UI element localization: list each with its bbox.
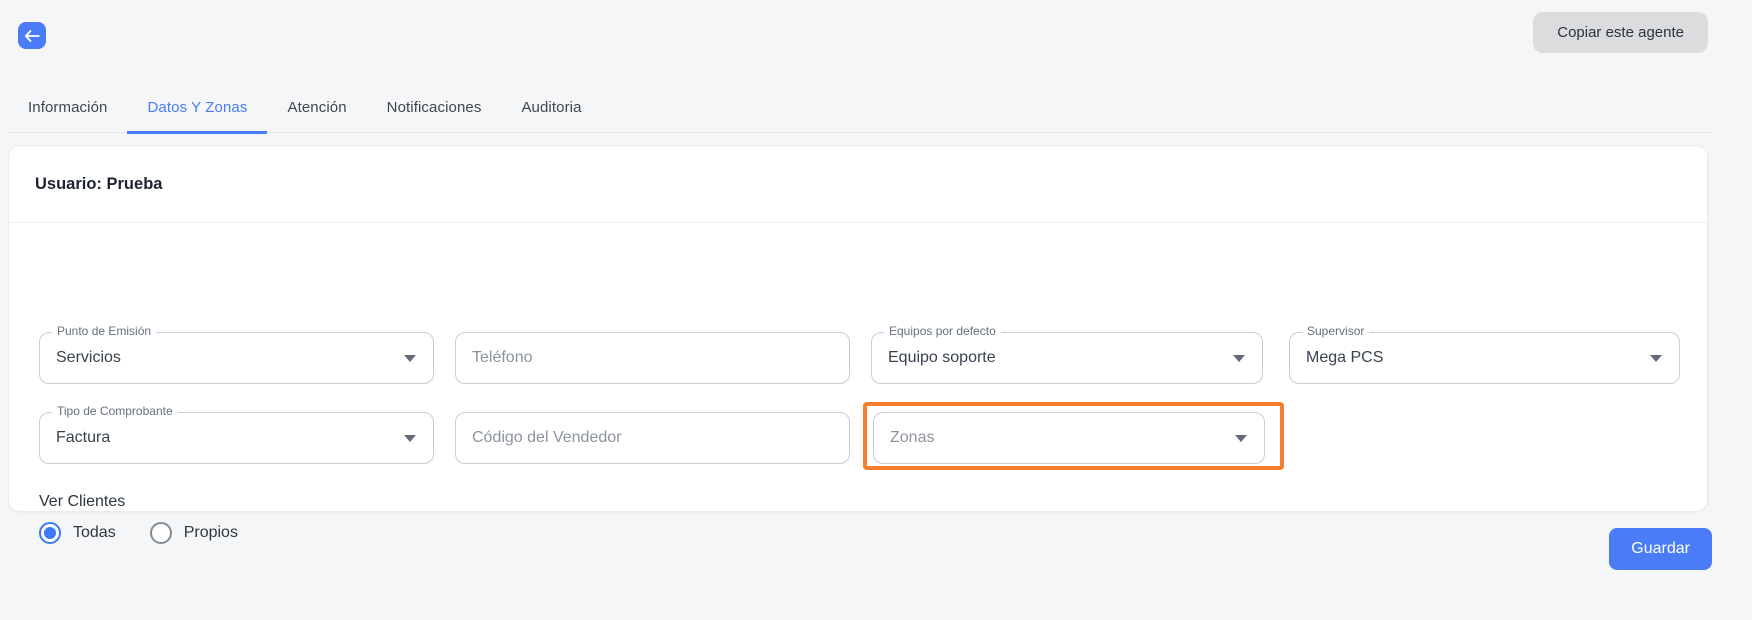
save-button[interactable]: Guardar <box>1609 528 1712 570</box>
tipo-de-comprobante-value: Factura <box>56 413 110 463</box>
chevron-down-icon <box>1235 435 1247 442</box>
zonas-placeholder: Zonas <box>890 413 934 463</box>
ver-clientes-label: Ver Clientes <box>39 493 125 511</box>
radio-todas[interactable]: Todas <box>39 522 116 544</box>
supervisor-value: Mega PCS <box>1306 333 1383 383</box>
radio-unselected-icon[interactable] <box>150 522 172 544</box>
radio-propios-label: Propios <box>184 524 238 542</box>
arrow-left-icon <box>24 30 40 42</box>
radio-todas-label: Todas <box>73 524 116 542</box>
telefono-field-box <box>455 332 850 384</box>
punto-de-emision-value: Servicios <box>56 333 121 383</box>
supervisor-select[interactable]: Supervisor Mega PCS <box>1289 332 1680 384</box>
form-area: Punto de Emisión Servicios Equipos por d… <box>9 223 1707 511</box>
ver-clientes-radio-group: Todas Propios <box>39 522 238 544</box>
copy-agent-button[interactable]: Copiar este agente <box>1533 12 1708 53</box>
user-card: Usuario: Prueba Punto de Emisión Servici… <box>8 145 1708 512</box>
page: Copiar este agente Información Datos Y Z… <box>0 0 1752 620</box>
zonas-select[interactable]: Zonas <box>873 412 1265 464</box>
tipo-de-comprobante-select[interactable]: Tipo de Comprobante Factura <box>39 412 434 464</box>
tab-atencion[interactable]: Atención <box>267 84 366 134</box>
chevron-down-icon <box>1233 355 1245 362</box>
chevron-down-icon <box>1650 355 1662 362</box>
tab-bar: Información Datos Y Zonas Atención Notif… <box>8 84 1713 133</box>
punto-de-emision-select[interactable]: Punto de Emisión Servicios <box>39 332 434 384</box>
tab-auditoria[interactable]: Auditoria <box>501 84 601 134</box>
chevron-down-icon <box>404 435 416 442</box>
card-title: Usuario: Prueba <box>9 146 1707 223</box>
tab-notificaciones[interactable]: Notificaciones <box>367 84 502 134</box>
chevron-down-icon <box>404 355 416 362</box>
tab-informacion[interactable]: Información <box>8 84 127 134</box>
codigo-vendedor-field-box <box>455 412 850 464</box>
tab-datos-y-zonas[interactable]: Datos Y Zonas <box>127 84 267 134</box>
codigo-vendedor-input[interactable] <box>456 413 849 463</box>
radio-propios[interactable]: Propios <box>150 522 238 544</box>
equipos-por-defecto-select[interactable]: Equipos por defecto Equipo soporte <box>871 332 1263 384</box>
radio-selected-icon[interactable] <box>39 522 61 544</box>
telefono-input[interactable] <box>456 333 849 383</box>
back-button[interactable] <box>18 22 46 49</box>
equipos-por-defecto-value: Equipo soporte <box>888 333 996 383</box>
